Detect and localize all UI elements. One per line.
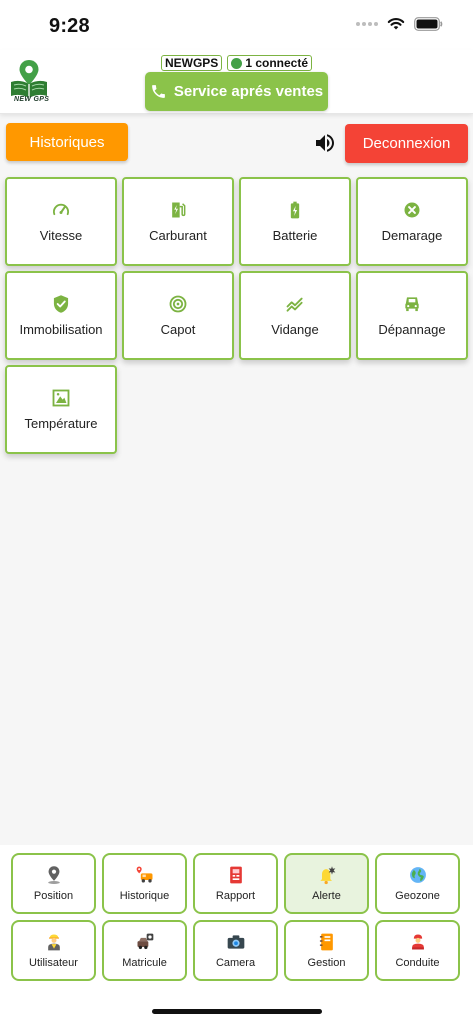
fuel-icon — [172, 202, 186, 218]
tile-label: Température — [24, 416, 98, 431]
tile-vitesse[interactable]: Vitesse — [5, 177, 117, 266]
tile-label: Immobilisation — [19, 322, 103, 337]
support-button-label: Service aprés ventes — [173, 83, 324, 100]
bottom-nav: Position Historique Rapport Alerte Geozo… — [0, 845, 473, 1024]
nav-geozone[interactable]: Geozone — [375, 853, 460, 914]
tile-capot[interactable]: Capot — [122, 271, 234, 360]
cancel-circle-icon — [404, 202, 420, 218]
nav-historique[interactable]: Historique — [102, 853, 187, 914]
nav-label: Utilisateur — [29, 957, 78, 969]
status-time: 9:28 — [49, 15, 90, 37]
connection-chips: NEWGPS 1 connecté — [0, 55, 473, 71]
tile-label: Demarage — [381, 228, 443, 243]
connected-chip: 1 connecté — [227, 55, 313, 71]
app-header: NEW GPS NEWGPS 1 connecté Service aprés … — [0, 50, 473, 114]
nav-rapport[interactable]: Rapport — [193, 853, 278, 914]
speedometer-icon — [53, 203, 69, 216]
tile-label: Batterie — [272, 228, 318, 243]
tile-demarage[interactable]: Demarage — [356, 177, 468, 266]
nav-gestion[interactable]: Gestion — [284, 920, 369, 981]
trend-icon — [286, 297, 303, 312]
car-service-icon — [405, 297, 419, 312]
nav-label: Alerte — [312, 890, 341, 902]
nav-label: Geozone — [395, 890, 440, 902]
bell-alert-icon — [319, 866, 335, 885]
tile-label: Carburant — [149, 228, 207, 243]
tile-temperature[interactable]: Température — [5, 365, 117, 454]
battery-icon — [414, 17, 443, 31]
connected-chip-label: 1 connecté — [245, 55, 309, 70]
route-history-icon — [136, 866, 152, 883]
nav-conduite[interactable]: Conduite — [375, 920, 460, 981]
camera-icon — [227, 935, 244, 949]
tile-batterie[interactable]: Batterie — [239, 177, 351, 266]
tile-depannage[interactable]: Dépannage — [356, 271, 468, 360]
map-pin-icon — [47, 866, 60, 884]
temperature-frame-icon — [52, 389, 70, 407]
bottom-nav-grid: Position Historique Rapport Alerte Geozo… — [11, 853, 460, 981]
history-button[interactable]: Historiques — [6, 123, 128, 161]
battery-charging-icon — [290, 201, 300, 219]
user-worker-icon — [47, 934, 60, 951]
tile-label: Dépannage — [378, 322, 446, 337]
support-button[interactable]: Service aprés ventes — [145, 72, 328, 111]
logout-button[interactable]: Deconnexion — [345, 124, 468, 163]
nav-label: Position — [33, 890, 74, 902]
online-dot-icon — [231, 57, 243, 69]
nav-utilisateur[interactable]: Utilisateur — [11, 920, 96, 981]
nav-label: Conduite — [395, 957, 440, 969]
nav-label: Matricule — [122, 957, 167, 969]
nav-camera[interactable]: Camera — [193, 920, 278, 981]
vehicle-plate-icon — [137, 933, 153, 950]
report-icon — [229, 866, 242, 884]
nav-label: Gestion — [307, 957, 346, 969]
speaker-icon[interactable] — [313, 131, 337, 155]
shield-check-icon — [53, 295, 69, 313]
account-chip: NEWGPS — [160, 55, 223, 71]
driver-icon — [411, 934, 424, 950]
notebook-icon — [319, 933, 333, 951]
nav-label: Rapport — [215, 890, 256, 902]
tile-label: Vidange — [271, 322, 319, 337]
target-icon — [169, 295, 187, 313]
home-indicator[interactable] — [152, 1009, 322, 1014]
tile-label: Capot — [160, 322, 196, 337]
phone-icon — [151, 85, 165, 98]
status-bar: 9:28 — [0, 0, 473, 50]
nav-matricule[interactable]: Matricule — [102, 920, 187, 981]
signal-icon — [356, 22, 378, 26]
nav-label: Historique — [119, 890, 170, 902]
tile-carburant[interactable]: Carburant — [122, 177, 234, 266]
tile-immobilisation[interactable]: Immobilisation — [5, 271, 117, 360]
account-chip-label: NEWGPS — [164, 55, 219, 70]
logo-text: NEW GPS — [14, 96, 50, 103]
tile-vidange[interactable]: Vidange — [239, 271, 351, 360]
nav-position[interactable]: Position — [11, 853, 96, 914]
wifi-icon — [387, 18, 405, 30]
nav-label: Camera — [215, 957, 256, 969]
status-icons — [356, 17, 443, 31]
tile-label: Vitesse — [39, 228, 83, 243]
alert-tiles-grid: Vitesse Carburant Batterie Demarage Immo… — [5, 177, 469, 454]
globe-icon — [409, 867, 426, 883]
nav-alerte[interactable]: Alerte — [284, 853, 369, 914]
